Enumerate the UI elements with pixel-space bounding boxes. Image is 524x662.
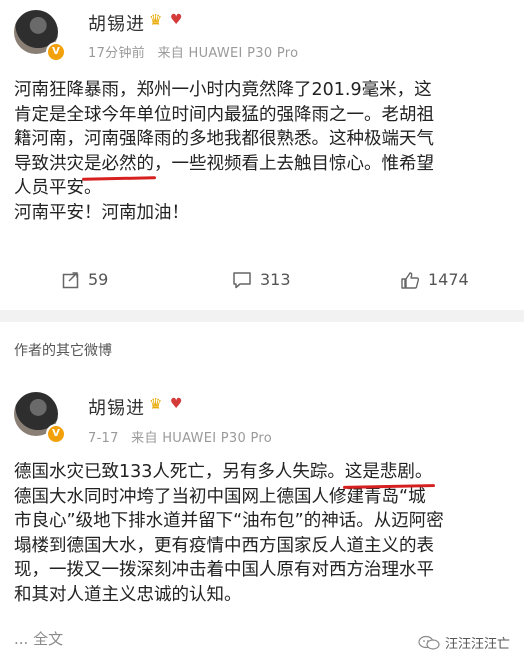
repost-icon — [62, 271, 79, 288]
verified-badge-icon: V — [46, 424, 66, 444]
highlighted-phrase: 这是悲剧。 — [344, 462, 433, 482]
like-button[interactable]: 1474 — [400, 270, 469, 289]
crown-icon: ♛ — [149, 395, 163, 413]
other-posts-header: 作者的其它微博 — [14, 343, 112, 359]
body-line: 籍河南，河南强降雨的多地我都很熟悉。这种极端天气 — [14, 129, 434, 149]
section-divider — [0, 310, 524, 322]
watermark-text: 汪汪汪汪亡 — [444, 637, 510, 652]
post-card-1: V 胡锡进 ♛ ♥ 17分钟前 来自 HUAWEI P30 Pro 河南狂降暴雨… — [0, 0, 524, 304]
action-bar: 59 313 1474 — [0, 270, 524, 300]
body-line: 现，一拨又一拨深刻冲击着中国人原有对西方治理水平 — [14, 560, 434, 580]
body-line: 市良心”级地下排水道并留下“油布包”的神话。从迈阿密 — [14, 511, 444, 531]
like-count: 1474 — [428, 270, 469, 289]
comment-icon — [233, 271, 251, 288]
body-line: 肯定是全球今年单位时间内最猛的强降雨之一。老胡祖 — [14, 104, 434, 125]
post-time: 17分钟前 — [88, 46, 146, 61]
body-line: 塌楼到德国大水，更有疫情中西方国家反人道主义的表 — [14, 535, 434, 556]
repost-button[interactable]: 59 — [62, 270, 108, 289]
comment-button[interactable]: 313 — [232, 270, 291, 289]
author-name[interactable]: 胡锡进 — [88, 10, 145, 36]
wechat-icon — [418, 635, 440, 650]
comment-count: 313 — [260, 270, 291, 289]
like-icon — [401, 271, 420, 289]
body-line: 和其对人道主义忠诚的认知。 — [14, 584, 242, 605]
body-line: 导致洪灾是必然的，一些视频看上去触目惊心。惟希望 — [14, 153, 434, 174]
heart-icon: ♥ — [170, 12, 183, 28]
body-line: 德国水灾已致133人死亡，另有多人失踪。这是悲剧。 — [14, 462, 433, 482]
author-name[interactable]: 胡锡进 — [88, 394, 145, 420]
post-source: 来自 HUAWEI P30 Pro — [157, 46, 299, 61]
post-body: 河南狂降暴雨，郑州一小时内竟然降了201.9毫米，这 肯定是全球今年单位时间内最… — [14, 78, 500, 225]
post-time: 7-17 — [88, 431, 119, 446]
crown-icon: ♛ — [149, 11, 163, 29]
post-meta: 17分钟前 来自 HUAWEI P30 Pro — [88, 42, 306, 61]
heart-icon: ♥ — [170, 396, 183, 412]
body-line: 河南平安！河南加油！ — [14, 202, 189, 223]
body-line: 德国大水同时冲垮了当初中国网上德国人修建青岛“城 — [14, 486, 426, 507]
wechat-watermark: 汪汪汪汪亡 — [418, 633, 510, 652]
repost-count: 59 — [88, 270, 109, 289]
expand-full-text-link[interactable]: ... 全文 — [14, 628, 63, 649]
post-body: 德国水灾已致133人死亡，另有多人失踪。这是悲剧。 德国大水同时冲垮了当初中国网… — [14, 460, 500, 607]
post-meta: 7-17 来自 HUAWEI P30 Pro — [88, 427, 280, 446]
post-card-2: V 胡锡进 ♛ ♥ 7-17 来自 HUAWEI P30 Pro 德国水灾已致1… — [0, 380, 524, 662]
verified-badge-icon: V — [46, 42, 66, 62]
post-source: 来自 HUAWEI P30 Pro — [131, 431, 273, 446]
highlighted-phrase: 是必然的 — [84, 153, 154, 174]
body-line: 河南狂降暴雨，郑州一小时内竟然降了201.9毫米，这 — [14, 80, 432, 100]
